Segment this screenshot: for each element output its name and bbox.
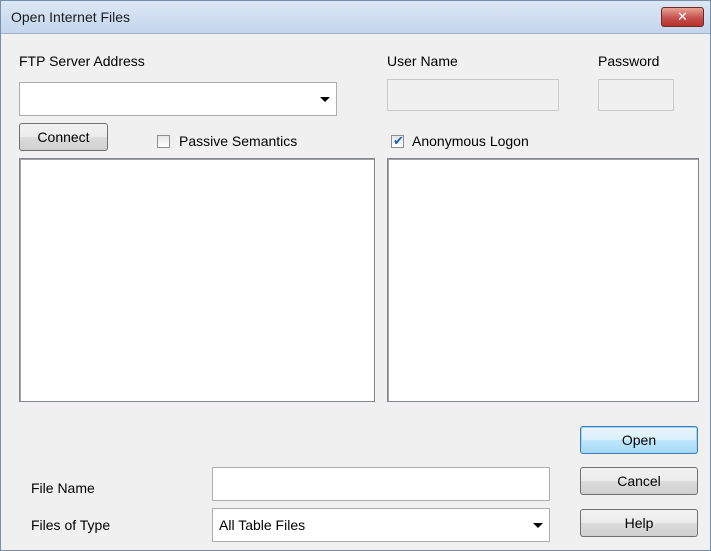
open-internet-files-dialog: Open Internet Files ✕ FTP Server Address… xyxy=(0,0,711,551)
file-name-field[interactable] xyxy=(212,467,550,501)
user-name-label: User Name xyxy=(387,53,458,69)
passive-semantics-label: Passive Semantics xyxy=(179,133,298,149)
close-icon: ✕ xyxy=(677,9,688,24)
cancel-button[interactable]: Cancel xyxy=(580,467,698,495)
close-button[interactable]: ✕ xyxy=(661,7,704,27)
anonymous-logon-label: Anonymous Logon xyxy=(412,133,529,149)
files-of-type-label: Files of Type xyxy=(31,517,111,533)
chevron-down-icon[interactable] xyxy=(320,97,330,102)
connect-button[interactable]: Connect xyxy=(19,123,108,151)
window-title: Open Internet Files xyxy=(11,9,131,25)
ftp-server-address-label: FTP Server Address xyxy=(19,53,145,69)
files-of-type-combo[interactable]: All Table Files xyxy=(212,508,550,542)
remote-file-list[interactable] xyxy=(387,158,699,402)
ftp-server-address-combo[interactable] xyxy=(19,82,337,116)
help-button[interactable]: Help xyxy=(580,509,698,537)
password-label: Password xyxy=(598,53,660,69)
checkmark-icon: ✔ xyxy=(393,133,404,148)
local-directory-list[interactable] xyxy=(19,158,375,402)
file-name-label: File Name xyxy=(31,480,95,496)
anonymous-logon-checkbox[interactable]: ✔ xyxy=(391,133,404,148)
open-button[interactable]: Open xyxy=(580,426,698,454)
passive-semantics-checkbox[interactable] xyxy=(157,135,170,148)
files-of-type-value: All Table Files xyxy=(219,517,306,533)
title-bar: Open Internet Files ✕ xyxy=(1,1,710,34)
chevron-down-icon[interactable] xyxy=(533,523,543,528)
password-field[interactable] xyxy=(598,79,674,111)
user-name-field[interactable] xyxy=(387,79,559,111)
